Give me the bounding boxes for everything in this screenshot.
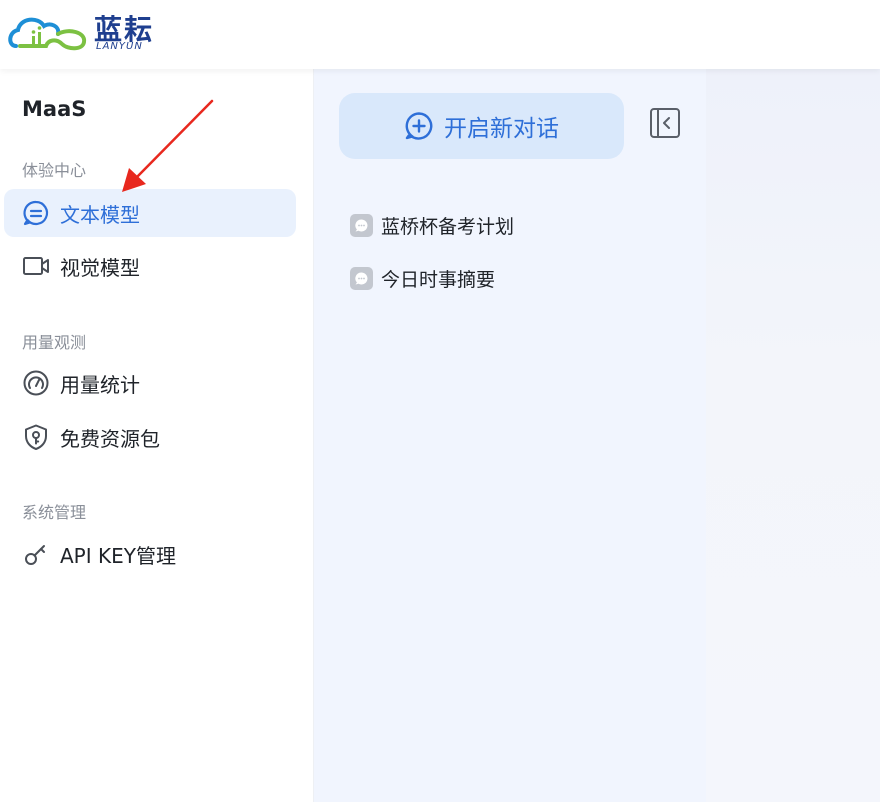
- collapse-left-icon: [650, 108, 680, 138]
- section-label-usage: 用量观测: [22, 333, 87, 352]
- logo-english-text: LANYUN: [96, 41, 143, 52]
- sidebar-item-api-key[interactable]: API KEY管理: [4, 530, 296, 578]
- chat-plus-icon: [405, 112, 433, 140]
- chat-bubble-icon: [22, 199, 50, 227]
- conversation-item[interactable]: 蓝桥杯备考计划: [350, 209, 670, 241]
- new-chat-label: 开启新对话: [444, 116, 559, 142]
- sidebar-item-label: API KEY管理: [60, 543, 176, 568]
- sidebar-item-usage-stats[interactable]: 用量统计: [4, 359, 296, 407]
- main-content-area: [706, 69, 880, 802]
- message-bubble-icon: [350, 266, 373, 290]
- sidebar-item-free-resources[interactable]: 免费资源包: [4, 413, 296, 461]
- section-label-system: 系统管理: [22, 503, 87, 522]
- sidebar-item-label: 文本模型: [60, 202, 140, 227]
- sidebar-item-vision-model[interactable]: 视觉模型: [4, 242, 296, 290]
- sidebar: MaaS 体验中心 文本模型 视觉模型 用量观测 用量统计 免费资源包 系统管理…: [0, 69, 314, 802]
- conversation-panel: 开启新对话 蓝桥杯备考计划 今日时事摘要: [314, 69, 706, 802]
- sidebar-brand-title: MaaS: [22, 97, 87, 121]
- conversation-title: 蓝桥杯备考计划: [381, 215, 515, 238]
- sidebar-item-label: 用量统计: [60, 372, 140, 397]
- message-bubble-icon: [350, 213, 373, 237]
- conversation-item[interactable]: 今日时事摘要: [350, 262, 670, 294]
- video-camera-icon: [22, 252, 50, 280]
- sidebar-item-text-model[interactable]: 文本模型: [4, 189, 296, 237]
- new-chat-button[interactable]: 开启新对话: [339, 93, 624, 159]
- collapse-panel-button[interactable]: [649, 107, 681, 139]
- sidebar-item-label: 视觉模型: [60, 255, 140, 280]
- top-header: 蓝耘 LANYUN: [0, 0, 880, 69]
- lanyun-logo-icon[interactable]: [8, 12, 88, 56]
- key-icon: [22, 540, 50, 568]
- conversation-title: 今日时事摘要: [381, 268, 496, 291]
- shield-key-icon: [22, 423, 50, 451]
- gauge-icon: [22, 369, 50, 397]
- sidebar-item-label: 免费资源包: [60, 426, 160, 451]
- section-label-experience: 体验中心: [22, 161, 87, 180]
